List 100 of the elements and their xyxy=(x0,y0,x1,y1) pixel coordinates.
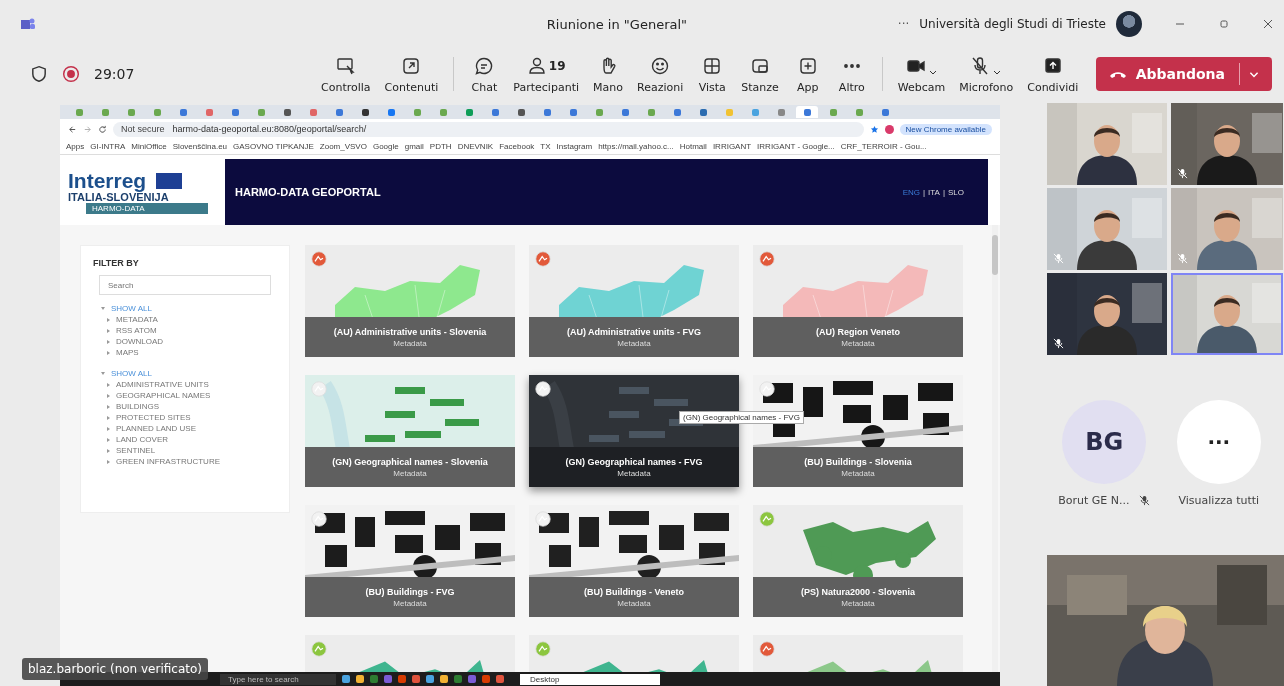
bookmark[interactable]: GASOVNO TIPKANJE xyxy=(233,142,314,151)
star-icon[interactable] xyxy=(869,124,879,134)
toolbar-button[interactable]: Controlla xyxy=(314,52,378,96)
bookmark[interactable]: https://mail.yahoo.c... xyxy=(598,142,674,151)
tab-icon xyxy=(543,108,551,116)
search-field[interactable]: Search xyxy=(99,275,271,295)
bullet-icon xyxy=(107,448,110,453)
leave-button[interactable]: Abbandona xyxy=(1095,57,1272,91)
filter-item[interactable]: ADMINISTRATIVE UNITS xyxy=(116,380,209,389)
bookmark[interactable]: Slovenščina.eu xyxy=(172,142,228,151)
tab-icon xyxy=(699,108,707,116)
bullet-icon xyxy=(107,459,110,464)
toolbar-button[interactable]: Contenuti xyxy=(377,52,446,96)
more-button[interactable]: ··· xyxy=(897,17,910,31)
toolbar-button[interactable]: Microfono xyxy=(952,52,1021,96)
participant-avatar[interactable]: BG xyxy=(1062,400,1147,484)
bullet-icon xyxy=(107,350,110,355)
interreg-logo: Interreg ITALIA-SLOVENIJA HARMO-DATA xyxy=(60,159,225,225)
card-title[interactable]: (AU) Region Veneto xyxy=(816,326,900,337)
toolbar-button[interactable]: Mano xyxy=(586,52,630,96)
card-title[interactable]: (BU) Buildings - Slovenia xyxy=(804,456,912,467)
language-link[interactable]: ITA xyxy=(928,187,940,197)
card-title[interactable]: (BU) Buildings - Veneto xyxy=(584,586,684,597)
bookmark[interactable]: GI-INTRA xyxy=(90,142,126,151)
card-title[interactable]: (PS) Natura2000 - Slovenia xyxy=(800,586,915,597)
filter-link[interactable]: SHOW ALL xyxy=(111,369,152,378)
filter-item[interactable]: BUILDINGS xyxy=(116,402,160,411)
category-icon xyxy=(535,641,551,657)
scrollbar-thumb[interactable] xyxy=(992,235,998,275)
profile-avatar[interactable] xyxy=(1116,11,1142,37)
card-title[interactable]: (GN) Geographical names - Slovenia xyxy=(332,456,488,467)
window-title: Riunione in "General" xyxy=(546,16,688,32)
filter-item[interactable]: DOWNLOAD xyxy=(116,337,164,346)
category-icon xyxy=(311,251,327,267)
toolbar-button[interactable]: App xyxy=(785,52,830,96)
bookmark[interactable]: Instagram xyxy=(556,142,593,151)
toolbar-button[interactable]: Altro xyxy=(829,52,874,96)
filter-item[interactable]: GEOGRAPHICAL NAMES xyxy=(116,391,211,400)
address-field[interactable]: Not secure harmo-data-geoportal.eu:8080/geoportal/search/ xyxy=(113,121,864,137)
toolbar-button[interactable]: Condividi xyxy=(1020,52,1086,96)
filter-item[interactable]: RSS ATOM xyxy=(116,326,157,335)
card-title[interactable]: (BU) Buildings - FVG xyxy=(365,586,455,597)
bookmark[interactable]: PDTH xyxy=(429,142,452,151)
toolbar-button[interactable]: Chat xyxy=(462,52,507,96)
bookmark[interactable]: Zoom_VSVO xyxy=(319,142,367,151)
bookmark[interactable]: gmail xyxy=(404,142,424,151)
filter-item[interactable]: MAPS xyxy=(116,348,139,357)
forward-icon[interactable] xyxy=(83,124,92,134)
card-title[interactable]: (AU) Administrative units - Slovenia xyxy=(333,326,487,337)
shield-icon[interactable] xyxy=(30,65,48,83)
bookmark[interactable]: DNEVNIK xyxy=(457,142,494,151)
filter-item[interactable]: METADATA xyxy=(116,315,158,324)
bookmark[interactable]: IRRIGANT - Google... xyxy=(757,142,835,151)
see-all-button[interactable]: ··· xyxy=(1176,400,1261,484)
taskbar-search-field[interactable]: Type here to search xyxy=(220,673,336,685)
update-button[interactable]: New Chrome available xyxy=(899,123,992,135)
filter-link[interactable]: SHOW ALL xyxy=(111,304,152,313)
folder-item[interactable]: Desktop xyxy=(520,673,660,685)
tab-icon xyxy=(179,108,187,116)
back-icon[interactable] xyxy=(68,124,77,134)
tab-icon xyxy=(855,108,863,116)
card-subtitle: Metadata xyxy=(841,598,875,608)
close-icon[interactable] xyxy=(1262,18,1274,30)
bookmark[interactable]: Google xyxy=(372,142,399,151)
bookmark[interactable]: IRRIGANT xyxy=(712,142,752,151)
expand-icon[interactable] xyxy=(101,307,105,310)
tab-icon xyxy=(673,108,681,116)
expand-icon[interactable] xyxy=(101,372,105,375)
reload-icon[interactable] xyxy=(98,124,107,134)
toolbar-button[interactable]: Stanze xyxy=(734,52,786,96)
language-link[interactable]: SLO xyxy=(948,187,964,197)
browser-tab[interactable] xyxy=(796,106,818,118)
toolbar-button[interactable]: Vista xyxy=(690,52,735,96)
card-subtitle: Metadata xyxy=(617,338,651,348)
tab-icon xyxy=(777,108,785,116)
filter-item[interactable]: PROTECTED SITES xyxy=(116,413,191,422)
filter-item[interactable]: LAND COVER xyxy=(116,435,168,444)
toolbar-button[interactable]: 19 Partecipanti xyxy=(506,52,586,96)
upload-icon xyxy=(1042,55,1063,76)
tab-icon xyxy=(413,108,421,116)
bookmark[interactable]: TX xyxy=(540,142,551,151)
filter-item[interactable]: SENTINEL xyxy=(116,446,156,455)
bookmark[interactable]: Hotmail xyxy=(679,142,707,151)
tab-icon xyxy=(387,108,395,116)
card-title[interactable]: (AU) Administrative units - FVG xyxy=(566,326,702,337)
tab-icon xyxy=(881,108,889,116)
filter-item[interactable]: PLANNED LAND USE xyxy=(116,424,197,433)
filter-item[interactable]: GREEN INFRASTRUCTURE xyxy=(116,457,220,466)
category-icon xyxy=(759,641,775,657)
participant-name: Borut GE N... xyxy=(1058,494,1130,507)
toolbar-button[interactable]: Webcam xyxy=(890,52,953,96)
card-title[interactable]: (GN) Geographical names - FVG xyxy=(565,456,703,467)
bookmark[interactable]: MiniOffice xyxy=(131,142,167,151)
bookmark[interactable]: Facebook xyxy=(499,142,535,151)
restore-icon[interactable] xyxy=(1218,18,1230,30)
toolbar-button[interactable]: Reazioni xyxy=(630,52,691,96)
category-icon xyxy=(535,511,551,527)
bookmark[interactable]: Apps xyxy=(66,142,85,151)
language-link[interactable]: ENG xyxy=(902,187,920,197)
bookmark[interactable]: CRF_TERROIR - Gou... xyxy=(840,142,927,151)
